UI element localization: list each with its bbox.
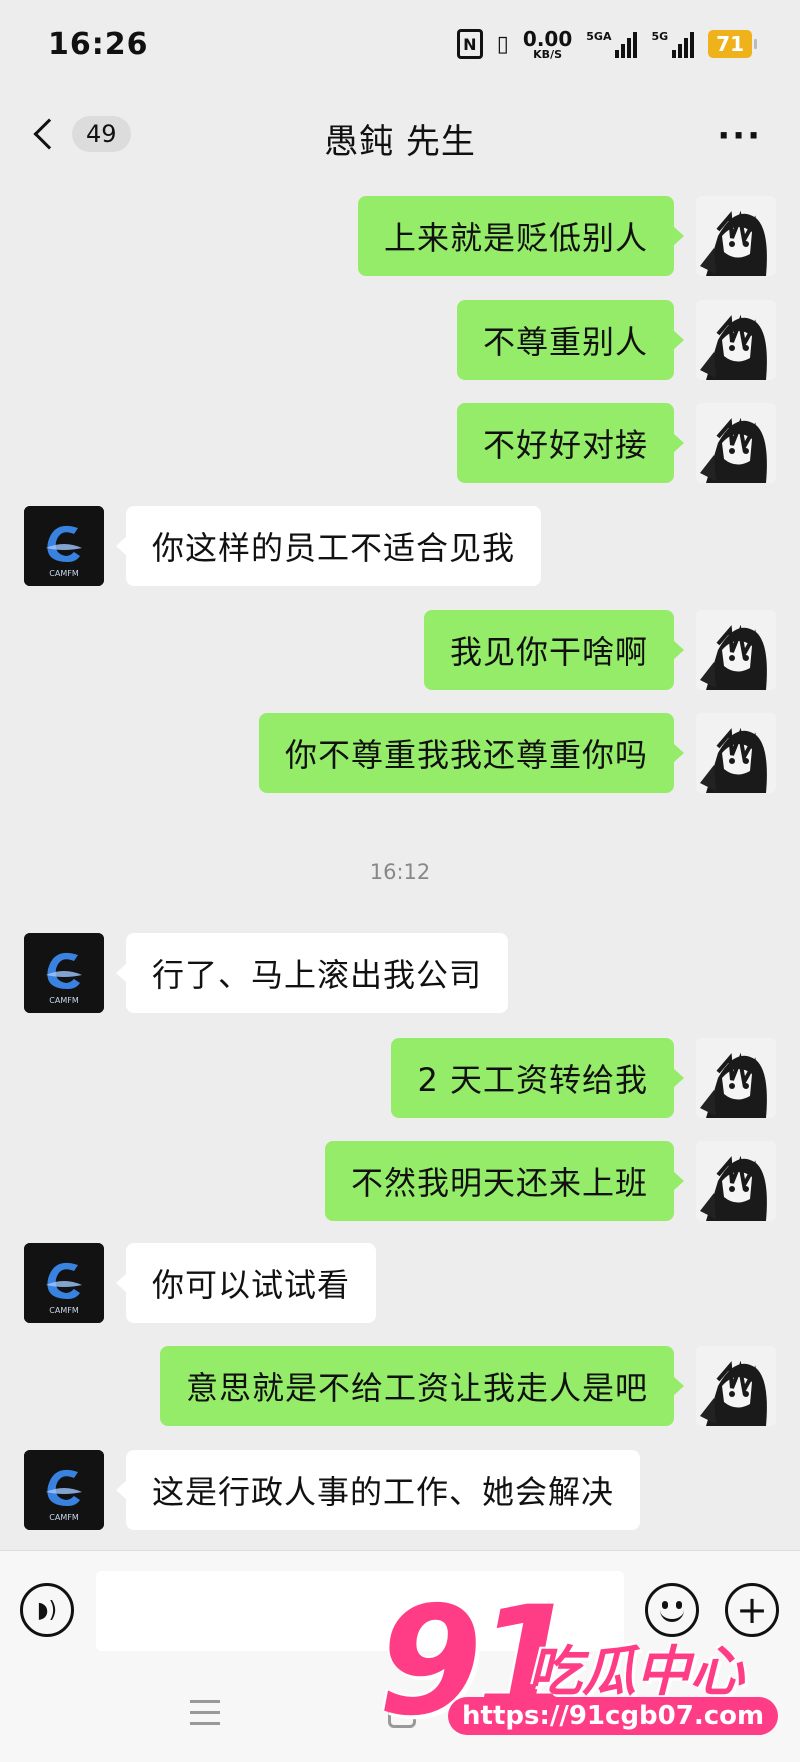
avatar-other-label: CAMFM [49, 1513, 79, 1522]
anime-avatar-icon [696, 196, 776, 276]
avatar-other-label: CAMFM [49, 569, 79, 578]
voice-icon: ◗) [36, 1597, 58, 1623]
chat-title: 愚鈍 先生 [324, 121, 476, 162]
status-bar: 16:26 N ▯ 0.00 KB/S 5GA 5G 71 [0, 0, 800, 88]
anime-avatar-icon [696, 713, 776, 793]
more-options-button[interactable]: ··· [717, 116, 762, 156]
message-row: CAMFM 你可以试试看 [0, 1243, 800, 1323]
watermark-url: https://91cgb07.com [448, 1697, 779, 1735]
net-speed-unit: KB/S [533, 47, 563, 61]
chevron-left-icon [33, 118, 65, 150]
message-row: CAMFM 这是行政人事的工作、她会解决 [0, 1450, 800, 1530]
sent-message-bubble[interactable]: 上来就是贬低别人 [357, 196, 685, 276]
message-row: 你不尊重我我还尊重你吗 [0, 713, 800, 793]
camfm-logo-icon: CAMFM [24, 1450, 104, 1530]
contact-avatar[interactable]: CAMFM [24, 1243, 104, 1323]
net-speed-value: 0.00 [522, 26, 573, 51]
sim1-label: 5GA [586, 30, 612, 43]
status-time: 16:26 [48, 26, 149, 62]
avatar-other-label: CAMFM [49, 996, 79, 1005]
my-avatar[interactable] [696, 300, 776, 380]
battery-icon: 71 [708, 30, 757, 58]
message-row: 不好好对接 [0, 403, 800, 483]
camfm-logo-icon: CAMFM [24, 1243, 104, 1323]
nfc-icon: N [456, 29, 483, 59]
message-list[interactable]: 上来就是贬低别人 不尊重别人 不好好对接 CAMFM 你这样的员工不适合见我 我… [0, 188, 800, 1548]
voice-input-button[interactable]: ◗) [20, 1583, 74, 1637]
anime-avatar-icon [696, 1346, 776, 1426]
message-row: 上来就是贬低别人 [0, 196, 800, 276]
my-avatar[interactable] [696, 610, 776, 690]
received-message-bubble[interactable]: 这是行政人事的工作、她会解决 [115, 1450, 641, 1530]
net-speed: 0.00 KB/S [523, 29, 572, 60]
back-button[interactable]: 49 [28, 116, 131, 152]
camfm-logo-icon: CAMFM [24, 933, 104, 1013]
status-icons: N ▯ 0.00 KB/S 5GA 5G 71 [456, 29, 757, 60]
message-row: CAMFM 你这样的员工不适合见我 [0, 506, 800, 586]
my-avatar[interactable] [696, 196, 776, 276]
anime-avatar-icon [696, 1141, 776, 1221]
message-row: 2 天工资转给我 [0, 1038, 800, 1118]
anime-avatar-icon [696, 403, 776, 483]
menu-icon[interactable] [190, 1700, 220, 1733]
message-row: 不然我明天还来上班 [0, 1141, 800, 1221]
sent-message-bubble[interactable]: 不然我明天还来上班 [324, 1141, 685, 1221]
message-row: CAMFM 行了、马上滚出我公司 [0, 933, 800, 1013]
camfm-logo-icon: CAMFM [24, 506, 104, 586]
contact-avatar[interactable]: CAMFM [24, 933, 104, 1013]
anime-avatar-icon [696, 300, 776, 380]
sent-message-bubble[interactable]: 2 天工资转给我 [391, 1038, 684, 1118]
received-message-bubble[interactable]: 你可以试试看 [115, 1243, 377, 1323]
sent-message-bubble[interactable]: 意思就是不给工资让我走人是吧 [159, 1346, 685, 1426]
sent-message-bubble[interactable]: 不尊重别人 [456, 300, 685, 380]
contact-avatar[interactable]: CAMFM [24, 1450, 104, 1530]
sim2-label: 5G [651, 30, 669, 43]
message-row: 意思就是不给工资让我走人是吧 [0, 1346, 800, 1426]
watermark-text: 吃瓜中心 [528, 1640, 744, 1703]
my-avatar[interactable] [696, 1038, 776, 1118]
signal-icon: 5GA [586, 30, 638, 58]
anime-avatar-icon [696, 1038, 776, 1118]
contact-avatar[interactable]: CAMFM [24, 506, 104, 586]
message-timestamp: 16:12 [369, 860, 431, 884]
message-row: 我见你干啥啊 [0, 610, 800, 690]
vibrate-icon: ▯ [496, 31, 509, 57]
received-message-bubble[interactable]: 行了、马上滚出我公司 [115, 933, 509, 1013]
avatar-other-label: CAMFM [49, 1306, 79, 1315]
sent-message-bubble[interactable]: 不好好对接 [456, 403, 685, 483]
signal-icon-2: 5G [651, 30, 695, 58]
message-row: 不尊重别人 [0, 300, 800, 380]
my-avatar[interactable] [696, 403, 776, 483]
my-avatar[interactable] [696, 1346, 776, 1426]
received-message-bubble[interactable]: 你这样的员工不适合见我 [115, 506, 542, 586]
unread-count-badge: 49 [72, 116, 131, 152]
my-avatar[interactable] [696, 713, 776, 793]
my-avatar[interactable] [696, 1141, 776, 1221]
anime-avatar-icon [696, 610, 776, 690]
watermark: 91 吃瓜中心 https://91cgb07.com [378, 1575, 798, 1760]
sent-message-bubble[interactable]: 我见你干啥啊 [423, 610, 685, 690]
sent-message-bubble[interactable]: 你不尊重我我还尊重你吗 [258, 713, 685, 793]
chat-header: 49 愚鈍 先生 ··· [0, 88, 800, 188]
